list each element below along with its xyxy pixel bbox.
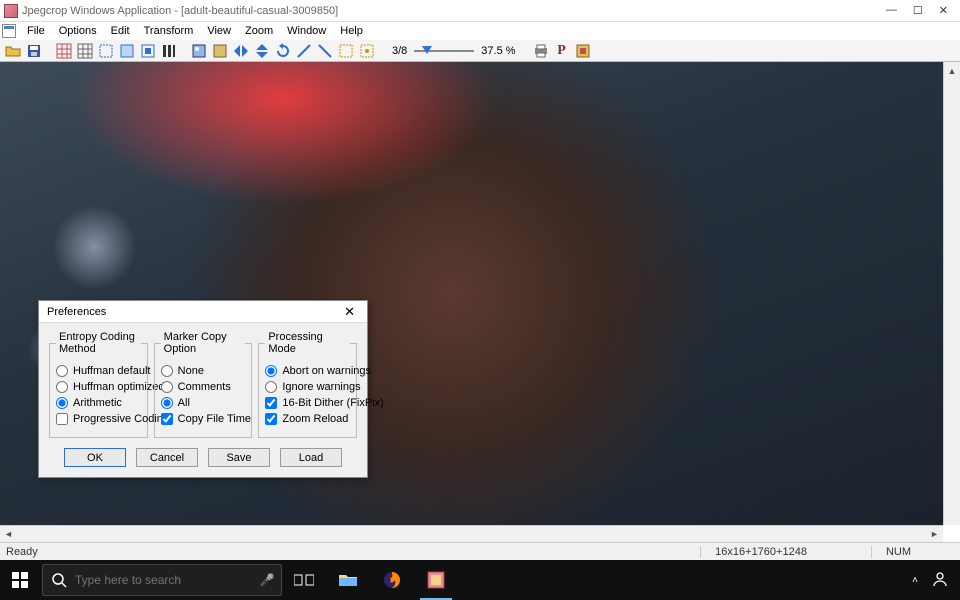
- p-icon[interactable]: P: [553, 42, 571, 60]
- bars-icon[interactable]: [160, 42, 178, 60]
- toolbar: 3/8 37.5 % P: [0, 40, 960, 62]
- radio-huffman-optimized[interactable]: Huffman optimized: [56, 381, 141, 393]
- menu-options[interactable]: Options: [52, 24, 104, 38]
- menu-window[interactable]: Window: [280, 24, 333, 38]
- preferences-dialog: Preferences ✕ Entropy Coding Method Huff…: [38, 300, 368, 478]
- marquee-b-icon[interactable]: [358, 42, 376, 60]
- rotate-icon[interactable]: [274, 42, 292, 60]
- radio-abort-warnings[interactable]: Abort on warnings: [265, 365, 350, 377]
- zoom-slider[interactable]: [414, 45, 474, 57]
- grid-icon[interactable]: [76, 42, 94, 60]
- print-icon[interactable]: [532, 42, 550, 60]
- window-titlebar: Jpegcrop Windows Application - [adult-be…: [0, 0, 960, 22]
- tool-2-icon[interactable]: [211, 42, 229, 60]
- scroll-up-icon[interactable]: ▲: [944, 62, 960, 79]
- search-icon: [43, 572, 75, 588]
- radio-ignore-warnings[interactable]: Ignore warnings: [265, 381, 350, 393]
- app-icon: [4, 4, 18, 18]
- cancel-button[interactable]: Cancel: [136, 448, 198, 467]
- marquee-a-icon[interactable]: [337, 42, 355, 60]
- scroll-right-icon[interactable]: ►: [926, 527, 943, 542]
- mdi-child-icon: [2, 24, 16, 38]
- taskbar-explorer-icon[interactable]: [326, 560, 370, 600]
- radio-arithmetic[interactable]: Arithmetic: [56, 397, 141, 409]
- selection-a-icon[interactable]: [97, 42, 115, 60]
- zoom-readout: 37.5 %: [477, 45, 519, 57]
- legend-processing: Processing Mode: [265, 331, 350, 355]
- open-icon[interactable]: [4, 42, 22, 60]
- checkbox-zoom-reload[interactable]: Zoom Reload: [265, 413, 350, 425]
- group-marker: Marker Copy Option None Comments All Cop…: [154, 331, 253, 438]
- taskbar-firefox-icon[interactable]: [370, 560, 414, 600]
- selection-b-icon[interactable]: [118, 42, 136, 60]
- checkbox-copy-file-time[interactable]: Copy File Time: [161, 413, 246, 425]
- tool-1-icon[interactable]: [190, 42, 208, 60]
- flip-v-icon[interactable]: [253, 42, 271, 60]
- status-bar: Ready 16x16+1760+1248 NUM: [0, 542, 960, 560]
- horizontal-scrollbar[interactable]: ◄ ►: [0, 525, 943, 542]
- menu-help[interactable]: Help: [333, 24, 370, 38]
- taskbar: 🎤 ˄: [0, 560, 960, 600]
- system-tray: ˄: [912, 571, 960, 590]
- menu-file[interactable]: File: [20, 24, 52, 38]
- search-input[interactable]: [75, 573, 253, 587]
- save-icon[interactable]: [25, 42, 43, 60]
- group-processing: Processing Mode Abort on warnings Ignore…: [258, 331, 357, 438]
- checkbox-16bit-dither[interactable]: 16-Bit Dither (FixPix): [265, 397, 350, 409]
- dialog-title: Preferences: [47, 306, 340, 318]
- taskbar-jpegcrop-icon[interactable]: [414, 560, 458, 600]
- radio-marker-comments[interactable]: Comments: [161, 381, 246, 393]
- menu-view[interactable]: View: [200, 24, 238, 38]
- maximize-button[interactable]: ☐: [913, 4, 923, 17]
- checkbox-progressive[interactable]: Progressive Coding: [56, 413, 141, 425]
- menu-edit[interactable]: Edit: [104, 24, 137, 38]
- task-view-icon[interactable]: [282, 560, 326, 600]
- flip-h-icon[interactable]: [232, 42, 250, 60]
- legend-marker: Marker Copy Option: [161, 331, 246, 355]
- tray-user-icon[interactable]: [932, 571, 948, 590]
- legend-entropy: Entropy Coding Method: [56, 331, 141, 355]
- selection-c-icon[interactable]: [139, 42, 157, 60]
- diag-a-icon[interactable]: [295, 42, 313, 60]
- radio-marker-all[interactable]: All: [161, 397, 246, 409]
- vertical-scrollbar[interactable]: ▲: [943, 62, 960, 525]
- group-entropy: Entropy Coding Method Huffman default Hu…: [49, 331, 148, 438]
- tray-overflow-icon[interactable]: ˄: [912, 575, 918, 586]
- radio-huffman-default[interactable]: Huffman default: [56, 365, 141, 377]
- diag-b-icon[interactable]: [316, 42, 334, 60]
- close-button[interactable]: ✕: [939, 4, 948, 17]
- frame-indicator: 3/8: [388, 45, 411, 57]
- menu-transform[interactable]: Transform: [137, 24, 201, 38]
- dialog-close-icon[interactable]: ✕: [340, 304, 359, 320]
- status-coords: 16x16+1760+1248: [700, 546, 821, 558]
- menu-bar: File Options Edit Transform View Zoom Wi…: [0, 22, 960, 40]
- minimize-button[interactable]: —: [886, 4, 897, 17]
- mic-icon[interactable]: 🎤: [253, 573, 281, 587]
- menu-zoom[interactable]: Zoom: [238, 24, 280, 38]
- ok-button[interactable]: OK: [64, 448, 126, 467]
- tool-last-icon[interactable]: [574, 42, 592, 60]
- scroll-left-icon[interactable]: ◄: [0, 527, 17, 542]
- start-button[interactable]: [0, 560, 40, 600]
- load-button[interactable]: Load: [280, 448, 342, 467]
- radio-marker-none[interactable]: None: [161, 365, 246, 377]
- window-title: Jpegcrop Windows Application - [adult-be…: [22, 5, 886, 17]
- status-ready: Ready: [6, 546, 38, 558]
- grid-color-icon[interactable]: [55, 42, 73, 60]
- status-num: NUM: [871, 546, 925, 558]
- save-button[interactable]: Save: [208, 448, 270, 467]
- taskbar-search[interactable]: 🎤: [42, 564, 282, 596]
